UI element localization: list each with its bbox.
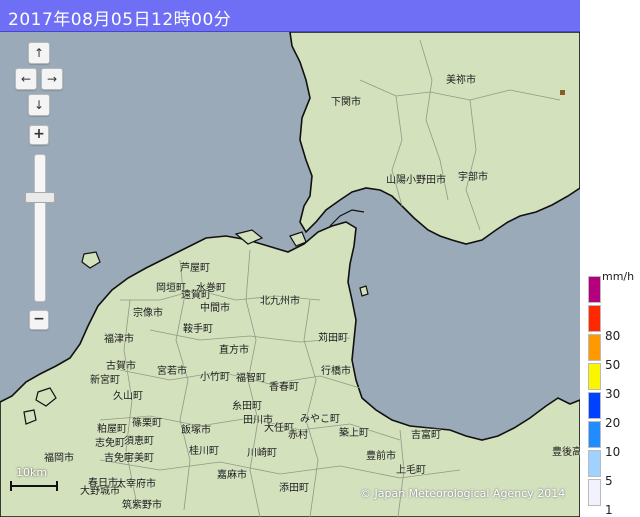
- legend-swatch: [588, 276, 601, 303]
- precipitation-legend: mm/h 80 50 30 20 10 5 1: [586, 270, 640, 517]
- city-label: 嘉麻市: [217, 470, 247, 481]
- legend-level-label: 20: [605, 416, 621, 430]
- city-label: 美祢市: [446, 75, 476, 86]
- legend-swatch: [588, 305, 601, 332]
- legend-swatch: [588, 363, 601, 390]
- city-label: 志免町: [95, 438, 125, 449]
- city-label: 筑紫野市: [122, 500, 162, 511]
- scale-label: 10km: [16, 466, 48, 479]
- city-label: 久山町: [113, 391, 143, 402]
- arrow-right-icon: →: [46, 72, 58, 86]
- legend-level-label: 30: [605, 387, 621, 401]
- city-label: 粕屋町: [97, 424, 127, 435]
- legend-level-label: 50: [605, 358, 621, 372]
- city-label: 新宮町: [90, 375, 120, 386]
- city-label: 篠栗町: [132, 418, 162, 429]
- legend-level-label: 10: [605, 445, 621, 459]
- city-label: 赤村: [288, 430, 308, 441]
- city-label: 宇美町: [124, 453, 154, 464]
- legend-level-label: 80: [605, 329, 621, 343]
- city-label: みやこ町: [300, 414, 340, 425]
- island: [359, 285, 369, 297]
- arrow-up-icon: ↑: [33, 46, 45, 60]
- zoom-slider[interactable]: [34, 154, 46, 302]
- city-label: 宗像市: [133, 308, 163, 319]
- city-label: 太宰府市: [116, 479, 156, 490]
- city-label: 直方市: [219, 345, 249, 356]
- city-label: 上毛町: [396, 465, 426, 476]
- city-label: 豊前市: [366, 451, 396, 462]
- legend-swatch: [588, 421, 601, 448]
- city-label: 宇部市: [458, 172, 488, 183]
- pan-left-button[interactable]: ←: [15, 68, 37, 90]
- legend-swatch: [588, 392, 601, 419]
- zoom-in-button[interactable]: +: [29, 125, 49, 145]
- pan-down-button[interactable]: ↓: [28, 94, 50, 116]
- zoom-slider-thumb[interactable]: [25, 192, 55, 203]
- city-label: 豊後高: [552, 447, 580, 458]
- arrow-left-icon: ←: [20, 72, 32, 86]
- legend-swatch: [588, 479, 601, 506]
- city-label: 山陽小野田市: [386, 175, 446, 186]
- city-label: 古賀市: [106, 361, 136, 372]
- city-label: 水巻町: [196, 283, 226, 294]
- city-label: 中間市: [200, 303, 230, 314]
- timestamp-bar: 2017年08月05日12時00分: [0, 0, 580, 32]
- city-label: 福智町: [236, 373, 266, 384]
- legend-level-label: 1: [605, 503, 613, 517]
- rain-echo: [560, 90, 565, 95]
- legend-swatch: [588, 334, 601, 361]
- legend-swatch: [588, 450, 601, 477]
- legend-unit: mm/h: [602, 270, 635, 283]
- city-label: 糸田町: [232, 401, 262, 412]
- city-label: 築上町: [339, 428, 369, 439]
- copyright-notice: © Japan Meteorological Agency 2014: [360, 487, 566, 500]
- city-label: 行橋市: [321, 366, 351, 377]
- city-label: 吉富町: [411, 430, 441, 441]
- zoom-out-button[interactable]: −: [29, 310, 49, 330]
- rain-radar-map[interactable]: 美祢市 下関市 山陽小野田市 宇部市 芦屋町 岡垣町 遠賀町 水巻町 中間市 宗…: [0, 0, 580, 517]
- city-label: 飯塚市: [181, 425, 211, 436]
- city-label: 北九州市: [260, 296, 300, 307]
- city-label: 鞍手町: [183, 324, 213, 335]
- pan-right-button[interactable]: →: [41, 68, 63, 90]
- plus-icon: +: [33, 126, 45, 142]
- city-label: 川崎町: [247, 448, 277, 459]
- legend-level-label: 5: [605, 474, 613, 488]
- city-label: 福津市: [104, 334, 134, 345]
- city-label: 桂川町: [189, 446, 219, 457]
- city-label: 下関市: [331, 97, 361, 108]
- minus-icon: −: [33, 311, 45, 327]
- city-label: 福岡市: [44, 453, 74, 464]
- arrow-down-icon: ↓: [33, 98, 45, 112]
- city-label: 添田町: [279, 483, 309, 494]
- pan-up-button[interactable]: ↑: [28, 42, 50, 64]
- city-label: 須恵町: [124, 436, 154, 447]
- city-label: 小竹町: [200, 372, 230, 383]
- timestamp-text: 2017年08月05日12時00分: [8, 10, 232, 30]
- city-label: 香春町: [269, 382, 299, 393]
- city-label: 苅田町: [318, 333, 348, 344]
- scale-bar: [10, 481, 58, 491]
- city-label: 芦屋町: [180, 263, 210, 274]
- city-label: 春日市: [88, 478, 118, 489]
- city-label: 宮若市: [157, 366, 187, 377]
